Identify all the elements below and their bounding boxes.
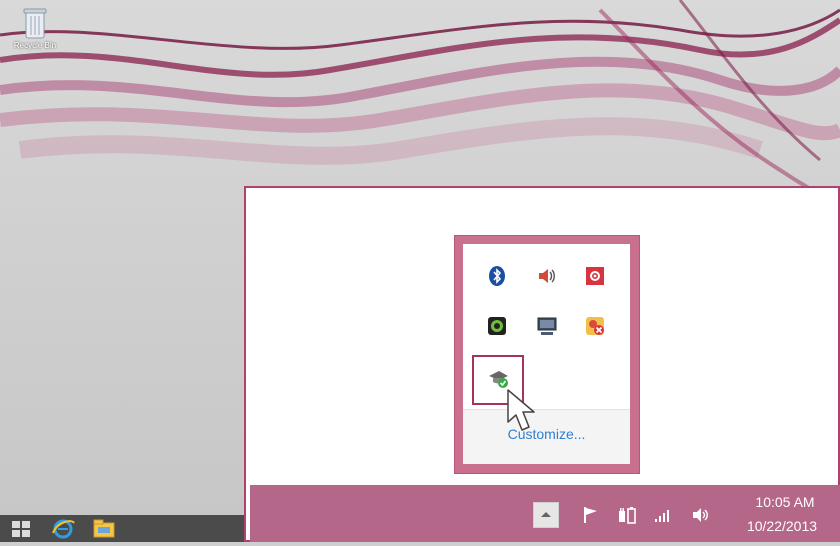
folder-icon xyxy=(93,519,115,538)
recycle-bin-label: Recycle Bin xyxy=(13,41,57,50)
mouse-pointer-icon xyxy=(504,388,548,436)
red-settings-icon[interactable] xyxy=(584,265,606,287)
power-battery-icon[interactable] xyxy=(616,504,638,526)
action-center-flag-icon[interactable] xyxy=(580,504,602,526)
clock-date[interactable]: 10/22/2013 xyxy=(730,518,834,534)
bluetooth-icon[interactable] xyxy=(486,265,508,287)
file-explorer-button[interactable] xyxy=(90,517,118,541)
clock-time[interactable]: 10:05 AM xyxy=(736,494,834,510)
windows-logo-icon xyxy=(12,521,30,537)
taskbar xyxy=(0,515,244,542)
internet-explorer-icon xyxy=(52,519,75,539)
start-button[interactable] xyxy=(8,517,34,541)
wifi-signal-icon[interactable] xyxy=(652,504,674,526)
show-hidden-icons-button[interactable] xyxy=(533,502,559,528)
recycle-bin[interactable]: Recycle Bin xyxy=(8,6,62,50)
internet-explorer-button[interactable] xyxy=(48,517,78,541)
webcam-icon[interactable] xyxy=(486,315,508,337)
chevron-up-icon xyxy=(541,512,551,517)
network-error-icon[interactable] xyxy=(584,315,606,337)
volume-icon[interactable] xyxy=(536,265,558,287)
speaker-volume-icon[interactable] xyxy=(690,504,712,526)
display-icon[interactable] xyxy=(536,315,558,337)
recycle-bin-icon xyxy=(20,6,50,40)
